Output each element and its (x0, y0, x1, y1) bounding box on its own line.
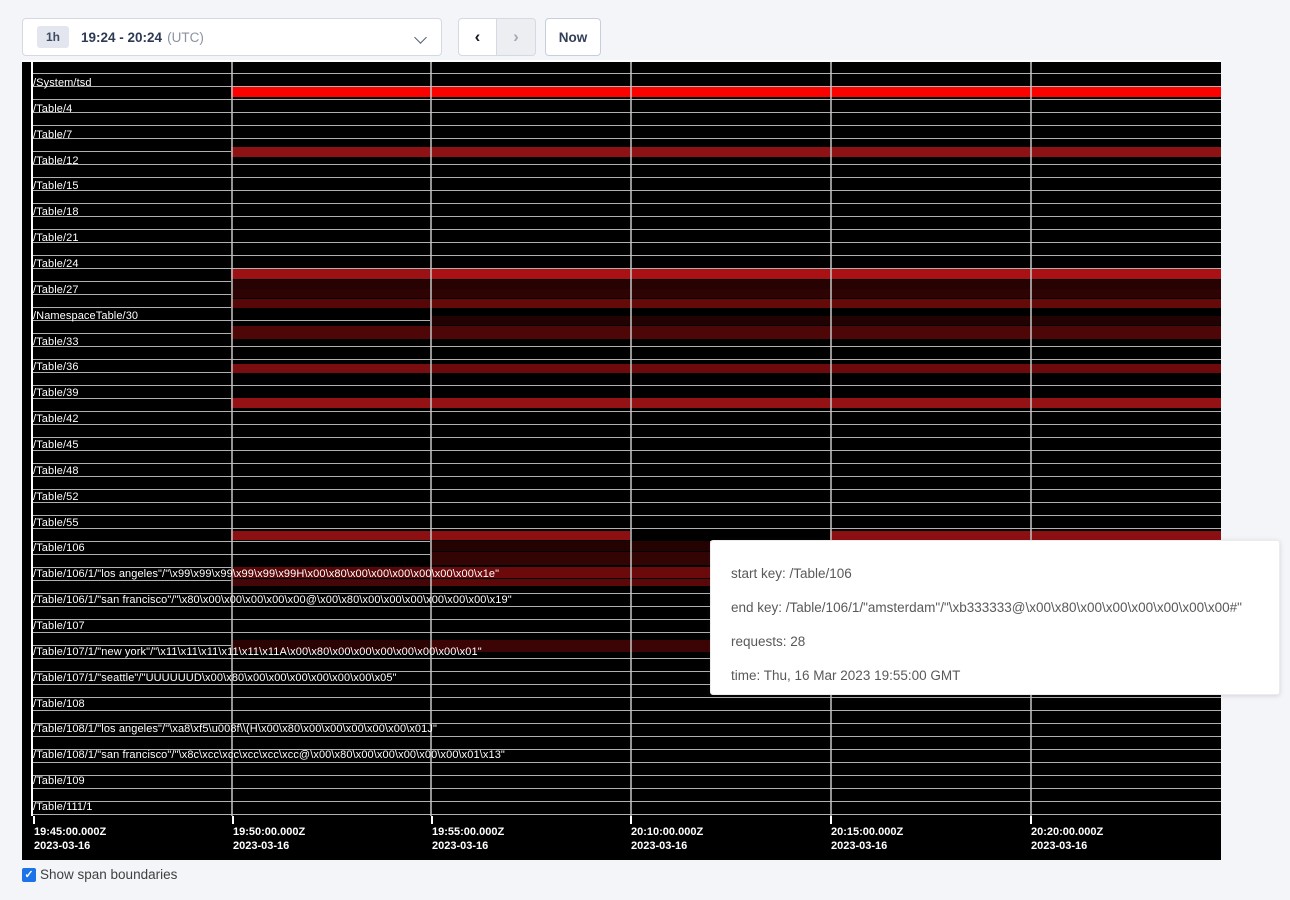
time-range-timezone: (UTC) (167, 30, 204, 45)
heatmap-cell[interactable] (231, 280, 1221, 289)
row-label: /Table/7 (33, 129, 72, 142)
chevron-right-icon: › (513, 27, 519, 47)
row-label: /Table/12 (33, 155, 79, 168)
row-label: /Table/33 (33, 336, 79, 349)
key-visualizer-heatmap[interactable]: /System/tsd/Table/4/Table/7/Table/12/Tab… (22, 60, 1221, 860)
row-label: /Table/111/1 (33, 801, 93, 814)
heatmap-cell[interactable] (430, 316, 1221, 325)
row-label: /Table/45 (33, 439, 79, 452)
axis-tick (830, 816, 832, 824)
row-label: /Table/106/1/"los angeles"/"\x99\x99\x99… (33, 568, 499, 581)
axis-tick-label: 19:50:00.000Z2023-03-16 (233, 825, 305, 853)
duration-badge: 1h (37, 26, 69, 48)
axis-tick-label: 20:20:00.000Z2023-03-16 (1031, 825, 1103, 853)
time-bucket-line (630, 60, 632, 816)
time-range-dropdown[interactable]: 1h 19:24 - 20:24 (UTC) (22, 18, 442, 56)
row-label: /Table/108 (33, 698, 85, 711)
toolbar: 1h 19:24 - 20:24 (UTC) ‹ › Now (0, 0, 1290, 60)
heatmap-cell[interactable] (231, 299, 430, 308)
row-label: /Table/55 (33, 517, 79, 530)
prev-time-button[interactable]: ‹ (458, 18, 497, 56)
axis-tick (33, 816, 35, 824)
heatmap-cell[interactable] (430, 541, 710, 551)
heatmap-cell[interactable] (231, 147, 1221, 157)
chevron-left-icon: ‹ (475, 27, 481, 47)
row-label: /Table/107/1/"new york"/"\x11\x11\x11\x1… (33, 646, 482, 659)
row-label: /Table/108/1/"san francisco"/"\x8c\xcc\x… (33, 749, 505, 762)
axis-tick (630, 816, 632, 824)
row-label: /Table/36 (33, 361, 79, 374)
time-range-label: 19:24 - 20:24 (81, 30, 162, 45)
row-label: /Table/106 (33, 542, 85, 555)
axis-tick (1030, 816, 1032, 824)
row-label: /Table/4 (33, 103, 72, 116)
heatmap-cell[interactable] (430, 299, 1221, 308)
axis-tick (232, 816, 234, 824)
tooltip-requests: requests: 28 (731, 630, 1279, 653)
axis-tick-label: 20:15:00.000Z2023-03-16 (831, 825, 903, 853)
row-label: /System/tsd (33, 77, 92, 90)
chevron-down-icon (414, 31, 427, 44)
row-label: /Table/107 (33, 620, 85, 633)
show-span-boundaries-label: Show span boundaries (40, 867, 177, 882)
time-bucket-line (1030, 60, 1032, 816)
time-nav-group: ‹ › (458, 18, 536, 56)
next-time-button[interactable]: › (497, 18, 536, 56)
time-bucket-line (430, 60, 432, 816)
heatmap-cell[interactable] (830, 531, 1221, 540)
row-label: /Table/18 (33, 206, 79, 219)
axis-tick-label: 19:55:00.000Z2023-03-16 (432, 825, 504, 853)
heatmap-cell[interactable] (231, 326, 1221, 339)
now-button[interactable]: Now (545, 18, 601, 56)
row-label: /Table/42 (33, 413, 79, 426)
axis-tick-label: 20:10:00.000Z2023-03-16 (631, 825, 703, 853)
row-label: /Table/21 (33, 232, 79, 245)
heatmap-cell[interactable] (231, 364, 430, 373)
row-label: /Table/39 (33, 387, 79, 400)
span-boundary-gridlines (31, 60, 1221, 816)
heatmap-cell[interactable] (231, 398, 1221, 408)
heatmap-cell[interactable] (430, 364, 1221, 373)
key-visualizer-page: { "toolbar": { "duration_badge": "1h", "… (0, 0, 1290, 900)
footer: ✓ Show span boundaries (22, 867, 177, 882)
row-label: /Table/106/1/"san francisco"/"\x80\x00\x… (33, 594, 512, 607)
time-bucket-line (231, 60, 233, 816)
row-label: /Table/108/1/"los angeles"/"\xa8\xf5\u00… (33, 723, 437, 736)
row-label: /NamespaceTable/30 (33, 310, 138, 323)
time-bucket-line (830, 60, 832, 816)
heatmap-cell[interactable] (430, 552, 710, 565)
heatmap-cell[interactable] (231, 87, 1221, 97)
axis-tick (431, 816, 433, 824)
show-span-boundaries-checkbox[interactable]: ✓ (22, 868, 36, 882)
row-label: /Table/109 (33, 775, 85, 788)
heatmap-cell[interactable] (231, 289, 1221, 298)
heatmap-cell[interactable] (231, 269, 430, 279)
row-label: /Table/27 (33, 284, 79, 297)
row-label: /Table/24 (33, 258, 79, 271)
row-label: /Table/107/1/"seattle"/"UUUUUUD\x00\x80\… (33, 672, 397, 685)
time-axis: 19:45:00.000Z2023-03-16 19:50:00.000Z2023… (22, 816, 1221, 860)
tooltip-start-key: start key: /Table/106 (731, 562, 1279, 585)
tooltip-time: time: Thu, 16 Mar 2023 19:55:00 GMT (731, 664, 1279, 687)
row-label: /Table/15 (33, 180, 79, 193)
row-label: /Table/48 (33, 465, 79, 478)
axis-tick-label: 19:45:00.000Z2023-03-16 (34, 825, 106, 853)
tooltip-end-key: end key: /Table/106/1/"amsterdam"/"\xb33… (731, 596, 1279, 619)
heatmap-cell[interactable] (430, 269, 1221, 279)
row-label: /Table/52 (33, 491, 79, 504)
span-tooltip: start key: /Table/106 end key: /Table/10… (710, 540, 1280, 695)
chart-top-border (22, 60, 1221, 62)
